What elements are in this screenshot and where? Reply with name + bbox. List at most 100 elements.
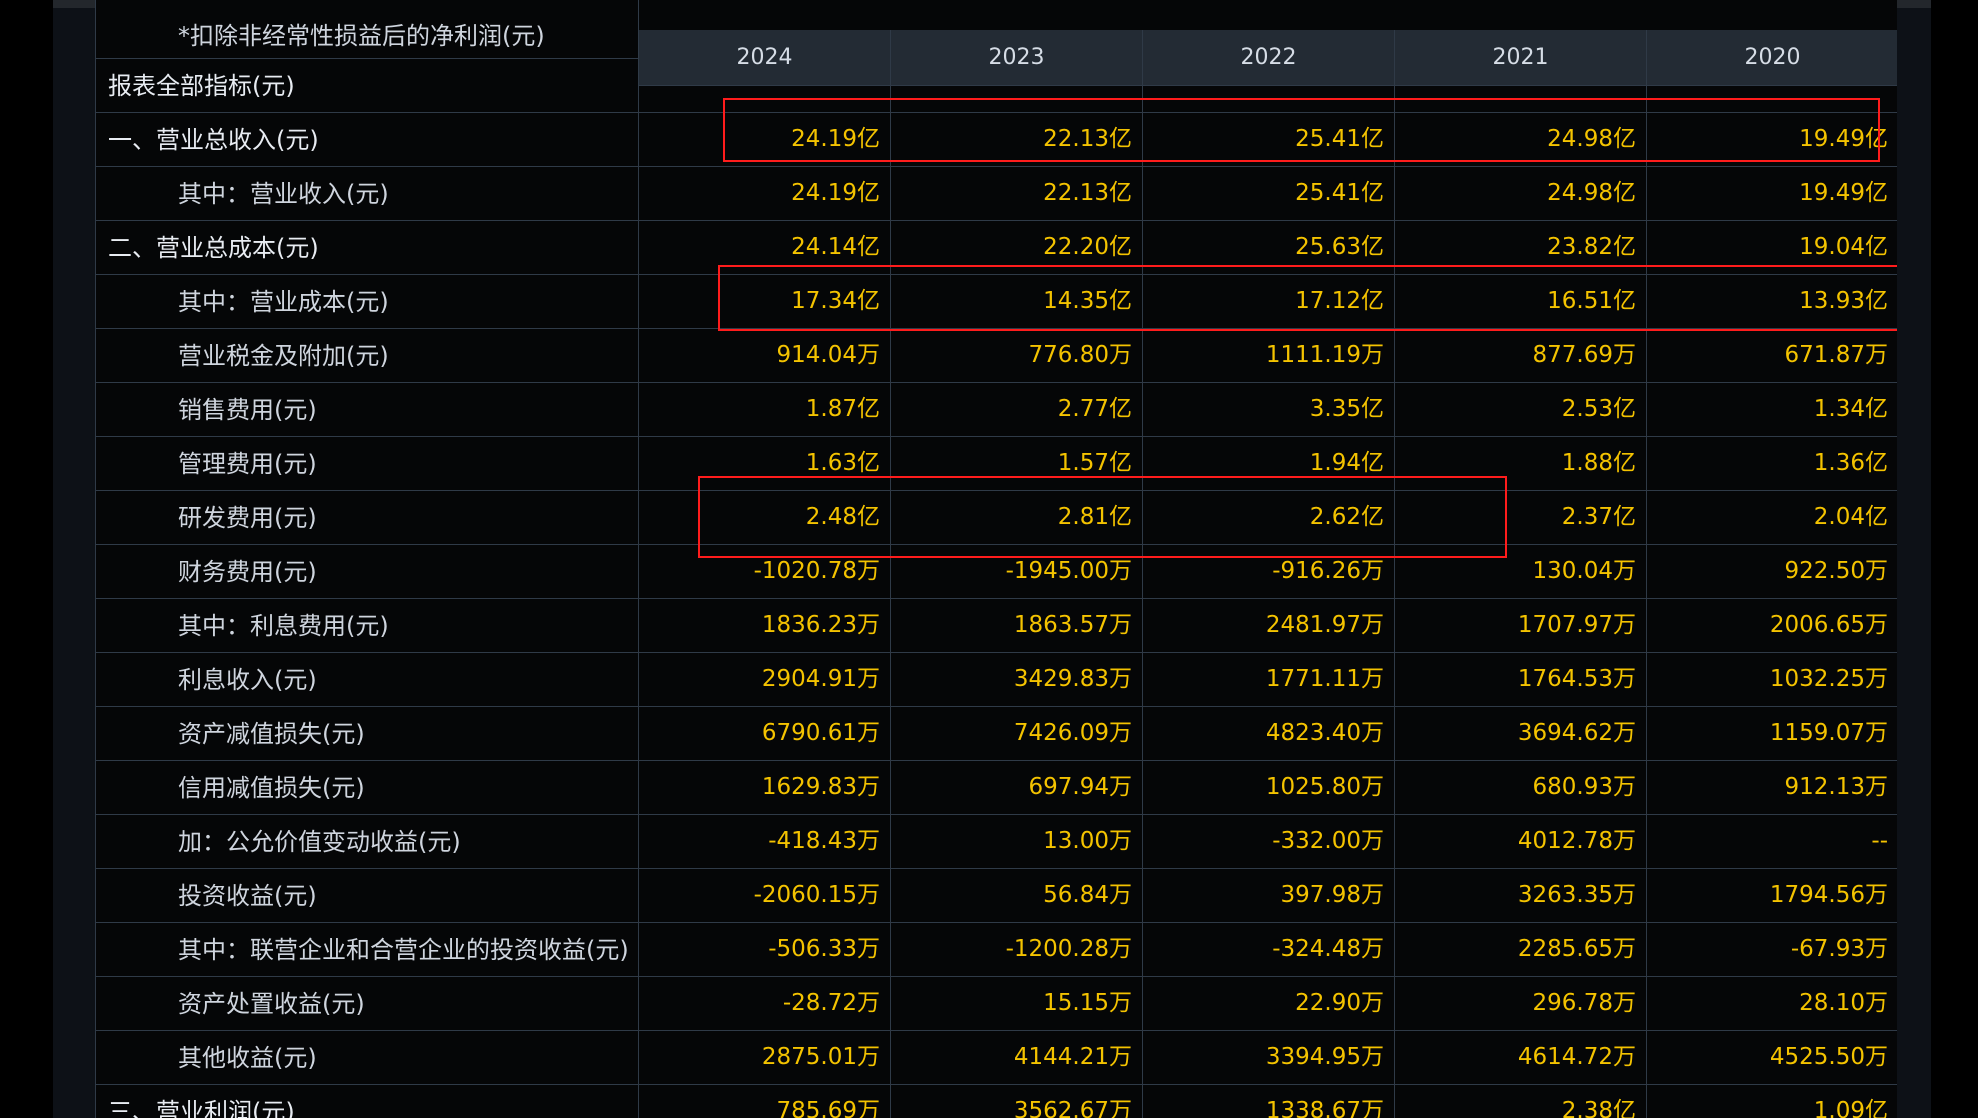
table-cell-6-2021: 877.69万: [1395, 329, 1647, 383]
row-label-19: 其他收益(元): [95, 1031, 639, 1085]
table-cell-19-2021: 4614.72万: [1395, 1031, 1647, 1085]
row-label-20: 三、营业利润(元): [95, 1085, 639, 1118]
table-cell-2-2021: 24.98亿: [1395, 113, 1647, 167]
table-cell-5-2023: 14.35亿: [891, 275, 1143, 329]
table-cell-8-2020: 1.36亿: [1647, 437, 1897, 491]
header-spacer-2022: [1143, 86, 1395, 113]
table-cell-10-2023: -1945.00万: [891, 545, 1143, 599]
row-label-14: 信用减值损失(元): [95, 761, 639, 815]
table-cell-12-2024: 2904.91万: [639, 653, 891, 707]
row-label-1: 报表全部指标(元): [95, 59, 639, 113]
table-cell-14-2022: 1025.80万: [1143, 761, 1395, 815]
table-cell-16-2020: 1794.56万: [1647, 869, 1897, 923]
row-label-16: 投资收益(元): [95, 869, 639, 923]
table-cell-12-2020: 1032.25万: [1647, 653, 1897, 707]
table-cell-11-2021: 1707.97万: [1395, 599, 1647, 653]
table-cell-18-2022: 22.90万: [1143, 977, 1395, 1031]
table-cell-17-2021: 2285.65万: [1395, 923, 1647, 977]
table-cell-9-2023: 2.81亿: [891, 491, 1143, 545]
table-cell-4-2020: 19.04亿: [1647, 221, 1897, 275]
table-cell-14-2023: 697.94万: [891, 761, 1143, 815]
row-label-12: 利息收入(元): [95, 653, 639, 707]
table-cell-5-2020: 13.93亿: [1647, 275, 1897, 329]
table-cell-3-2024: 24.19亿: [639, 167, 891, 221]
table-cell-5-2021: 16.51亿: [1395, 275, 1647, 329]
table-cell-15-2023: 13.00万: [891, 815, 1143, 869]
row-label-5: 其中：营业成本(元): [95, 275, 639, 329]
table-cell-17-2023: -1200.28万: [891, 923, 1143, 977]
table-cell-16-2023: 56.84万: [891, 869, 1143, 923]
row-label-18: 资产处置收益(元): [95, 977, 639, 1031]
table-cell-15-2022: -332.00万: [1143, 815, 1395, 869]
header-spacer-2020: [1647, 86, 1897, 113]
table-cell-11-2020: 2006.65万: [1647, 599, 1897, 653]
table-cell-19-2022: 3394.95万: [1143, 1031, 1395, 1085]
table-cell-3-2021: 24.98亿: [1395, 167, 1647, 221]
header-spacer-2024: [639, 86, 891, 113]
table-cell-4-2022: 25.63亿: [1143, 221, 1395, 275]
table-cell-16-2021: 3263.35万: [1395, 869, 1647, 923]
table-cell-13-2021: 3694.62万: [1395, 707, 1647, 761]
table-cell-3-2023: 22.13亿: [891, 167, 1143, 221]
row-label-13: 资产减值损失(元): [95, 707, 639, 761]
row-label-7: 销售费用(元): [95, 383, 639, 437]
table-cell-10-2022: -916.26万: [1143, 545, 1395, 599]
row-label-6: 营业税金及附加(元): [95, 329, 639, 383]
table-cell-4-2021: 23.82亿: [1395, 221, 1647, 275]
row-label-11: 其中：利息费用(元): [95, 599, 639, 653]
table-cell-3-2020: 19.49亿: [1647, 167, 1897, 221]
table-cell-7-2020: 1.34亿: [1647, 383, 1897, 437]
table-cell-12-2022: 1771.11万: [1143, 653, 1395, 707]
table-cell-19-2020: 4525.50万: [1647, 1031, 1897, 1085]
row-label-4: 二、营业总成本(元): [95, 221, 639, 275]
row-label-10: 财务费用(元): [95, 545, 639, 599]
table-cell-7-2022: 3.35亿: [1143, 383, 1395, 437]
table-cell-4-2024: 24.14亿: [639, 221, 891, 275]
table-cell-13-2020: 1159.07万: [1647, 707, 1897, 761]
table-cell-15-2020: --: [1647, 815, 1897, 869]
table-cell-9-2021: 2.37亿: [1395, 491, 1647, 545]
header-spacer-2021: [1395, 86, 1647, 113]
table-cell-6-2020: 671.87万: [1647, 329, 1897, 383]
table-cell-10-2024: -1020.78万: [639, 545, 891, 599]
table-cell-14-2021: 680.93万: [1395, 761, 1647, 815]
table-cell-6-2022: 1111.19万: [1143, 329, 1395, 383]
table-cell-5-2024: 17.34亿: [639, 275, 891, 329]
table-cell-17-2022: -324.48万: [1143, 923, 1395, 977]
table-cell-20-2023: 3562.67万: [891, 1085, 1143, 1118]
table-cell-10-2020: 922.50万: [1647, 545, 1897, 599]
table-cell-8-2024: 1.63亿: [639, 437, 891, 491]
table-cell-14-2020: 912.13万: [1647, 761, 1897, 815]
row-label-15: 加：公允价值变动收益(元): [95, 815, 639, 869]
table-cell-7-2021: 2.53亿: [1395, 383, 1647, 437]
financial-table-container: *扣除非经常性损益后的净利润(元) 2024 2023 2022 2021 2020 报表全…: [95, 0, 1897, 1118]
table-cell-18-2023: 15.15万: [891, 977, 1143, 1031]
table-cell-4-2023: 22.20亿: [891, 221, 1143, 275]
table-cell-8-2022: 1.94亿: [1143, 437, 1395, 491]
table-cell-15-2021: 4012.78万: [1395, 815, 1647, 869]
table-cell-19-2024: 2875.01万: [639, 1031, 891, 1085]
table-cell-2-2024: 24.19亿: [639, 113, 891, 167]
table-cell-13-2022: 4823.40万: [1143, 707, 1395, 761]
row-label-9: 研发费用(元): [95, 491, 639, 545]
table-cell-19-2023: 4144.21万: [891, 1031, 1143, 1085]
table-cell-11-2022: 2481.97万: [1143, 599, 1395, 653]
table-cell-15-2024: -418.43万: [639, 815, 891, 869]
table-cell-20-2024: 785.69万: [639, 1085, 891, 1118]
table-cell-16-2022: 397.98万: [1143, 869, 1395, 923]
table-cell-6-2024: 914.04万: [639, 329, 891, 383]
table-cell-2-2020: 19.49亿: [1647, 113, 1897, 167]
header-spacer-2023: [891, 86, 1143, 113]
table-cell-2-2022: 25.41亿: [1143, 113, 1395, 167]
row-label-2: 一、营业总收入(元): [95, 113, 639, 167]
table-cell-3-2022: 25.41亿: [1143, 167, 1395, 221]
table-cell-7-2024: 1.87亿: [639, 383, 891, 437]
table-cell-12-2021: 1764.53万: [1395, 653, 1647, 707]
table-cell-9-2024: 2.48亿: [639, 491, 891, 545]
table-cell-18-2021: 296.78万: [1395, 977, 1647, 1031]
table-cell-17-2020: -67.93万: [1647, 923, 1897, 977]
table-cell-20-2022: 1338.67万: [1143, 1085, 1395, 1118]
table-cell-11-2023: 1863.57万: [891, 599, 1143, 653]
row-label-3: 其中：营业收入(元): [95, 167, 639, 221]
table-cell-10-2021: 130.04万: [1395, 545, 1647, 599]
